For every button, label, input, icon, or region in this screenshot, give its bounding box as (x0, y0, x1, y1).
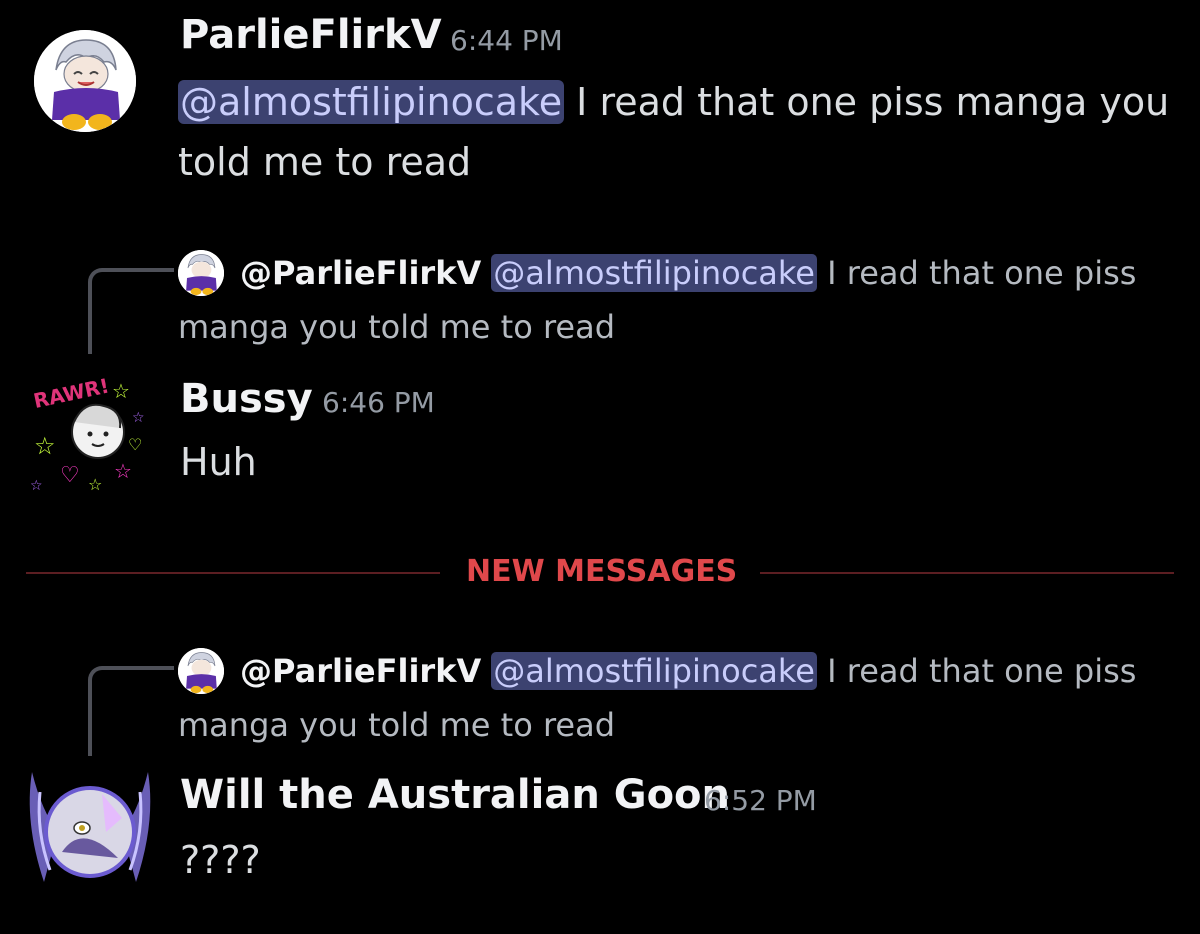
message-3-username[interactable]: Will the Australian Goon (180, 772, 730, 818)
reply-connector (88, 268, 174, 354)
message-1-content: @almostfilipinocake I read that one piss… (178, 72, 1188, 192)
message-2-timestamp: 6:46 PM (322, 386, 435, 419)
message-1-timestamp: 6:44 PM (450, 24, 563, 57)
reply-connector (88, 666, 174, 756)
svg-text:☆: ☆ (132, 410, 145, 426)
parlie-avatar-icon (34, 30, 136, 132)
reply-preview[interactable]: @ParlieFlirkV @almostfilipinocake I read … (178, 246, 1138, 354)
svg-text:☆: ☆ (114, 459, 132, 483)
svg-text:♡: ♡ (128, 435, 142, 454)
reply-mention[interactable]: @almostfilipinocake (491, 652, 817, 690)
divider-line-left (26, 572, 440, 574)
svg-text:☆: ☆ (34, 432, 56, 460)
message-3-text: ???? (180, 838, 261, 882)
bussy-avatar-icon: RAWR! ☆ ☆ ☆ ♡ ♡ ☆ ☆ ☆ (24, 370, 152, 498)
reply-mention[interactable]: @almostfilipinocake (491, 254, 817, 292)
will-avatar[interactable] (22, 762, 158, 898)
winged-orb-avatar-icon (22, 762, 158, 898)
svg-text:☆: ☆ (30, 478, 43, 494)
parlie-avatar[interactable] (34, 30, 136, 132)
message-3-timestamp: 6:52 PM (704, 784, 817, 817)
divider-line-right (760, 572, 1174, 574)
reply-username[interactable]: @ParlieFlirkV (240, 652, 481, 690)
reply-username[interactable]: @ParlieFlirkV (240, 254, 481, 292)
bussy-avatar[interactable]: RAWR! ☆ ☆ ☆ ♡ ♡ ☆ ☆ ☆ (24, 370, 152, 498)
svg-text:☆: ☆ (88, 475, 102, 494)
new-messages-label: NEW MESSAGES (466, 554, 738, 589)
message-2-text: Huh (180, 440, 257, 484)
svg-text:☆: ☆ (112, 379, 130, 403)
message-2-username[interactable]: Bussy (180, 376, 313, 422)
svg-text:♡: ♡ (60, 463, 80, 488)
reply-preview[interactable]: @ParlieFlirkV @almostfilipinocake I read … (178, 644, 1138, 752)
message-1-username[interactable]: ParlieFlirkV (180, 12, 442, 58)
user-mention[interactable]: @almostfilipinocake (178, 80, 565, 124)
